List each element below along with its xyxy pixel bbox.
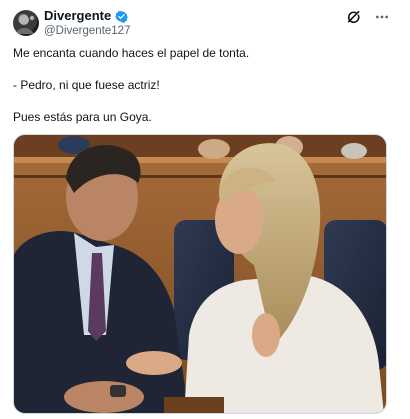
tweet-line: Pues estás para un Goya. — [13, 110, 152, 124]
verified-badge-icon — [115, 10, 129, 23]
tweet-text: Me encanta cuando haces el papel de tont… — [13, 45, 393, 125]
tweet-card[interactable]: Divergente @Divergente127 Me encanta cua… — [0, 0, 410, 419]
author-handle[interactable]: @Divergente127 — [44, 24, 130, 38]
tweet-line: Me encanta cuando haces el papel de tont… — [13, 46, 250, 60]
author-display-name[interactable]: Divergente — [44, 9, 111, 23]
author-avatar[interactable] — [13, 10, 39, 36]
tweet-line: - Pedro, ni que fuese actriz! — [13, 78, 160, 92]
more-options-icon[interactable] — [374, 9, 390, 25]
author-name-row: Divergente — [44, 9, 129, 23]
grok-icon[interactable] — [346, 9, 362, 25]
tweet-photo[interactable] — [13, 134, 387, 414]
tweet-actions-top — [346, 9, 390, 25]
parliament-photo — [14, 135, 386, 413]
